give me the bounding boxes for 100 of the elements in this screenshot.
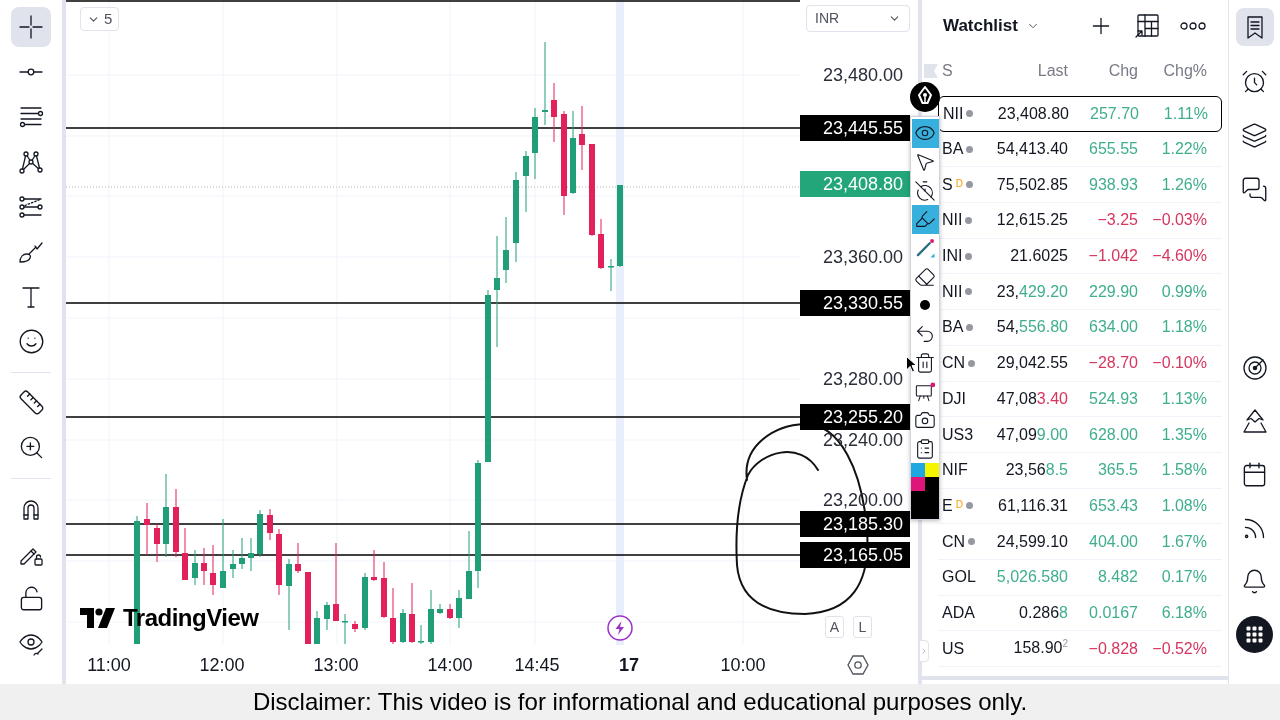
ticker-symbol: CN bbox=[942, 531, 966, 552]
dot-icon bbox=[920, 300, 930, 311]
interval-dropdown[interactable]: 5 bbox=[80, 7, 120, 31]
candlestick bbox=[579, 105, 585, 171]
last-price: 24,599.10 bbox=[995, 531, 1068, 552]
watchlist-title-button[interactable]: Watchlist bbox=[939, 13, 1044, 39]
watchlist-row[interactable]: CN 24,599.10 404.00 1.67% bbox=[938, 524, 1222, 560]
price-change: 365.5 bbox=[1096, 460, 1138, 481]
lightning-icon[interactable] bbox=[607, 615, 633, 641]
log-scale-button[interactable]: L bbox=[853, 616, 872, 638]
candlestick bbox=[267, 508, 273, 541]
ticker-symbol: BA bbox=[942, 139, 964, 160]
ticker-symbol: CN bbox=[942, 353, 966, 374]
candlestick bbox=[314, 610, 320, 645]
watchlist-row[interactable]: ADA 0.2868 0.0167 6.18% bbox=[938, 595, 1222, 632]
change-percent-column-header[interactable]: Chg% bbox=[1138, 59, 1207, 83]
price-change: −28.70 bbox=[1087, 353, 1138, 374]
symbol-column-header[interactable]: S bbox=[942, 59, 984, 83]
percent-change: 1.11% bbox=[1162, 103, 1208, 124]
price-change: 634.00 bbox=[1088, 317, 1138, 338]
price-change: 8.482 bbox=[1096, 567, 1138, 588]
candlestick bbox=[466, 530, 472, 600]
auto-scale-button[interactable]: A bbox=[825, 616, 844, 638]
sidebar-button[interactable] bbox=[1235, 615, 1274, 654]
drawing-tool-button[interactable] bbox=[11, 6, 51, 47]
candlestick bbox=[409, 582, 415, 644]
candlestick bbox=[182, 527, 188, 581]
percent-change: 0.99% bbox=[1160, 281, 1207, 302]
candlestick bbox=[447, 603, 453, 620]
candlestick bbox=[192, 549, 198, 586]
candlestick bbox=[210, 544, 216, 596]
cursor-icon bbox=[914, 151, 936, 174]
last-price: 158.90$^{2}$ bbox=[1012, 637, 1068, 659]
trend-line-icon bbox=[17, 67, 45, 76]
candlestick bbox=[154, 523, 160, 563]
candlestick bbox=[503, 216, 509, 284]
currency-dropdown[interactable]: INR bbox=[806, 5, 910, 32]
layers-icon bbox=[1241, 121, 1268, 149]
last-price: 23,429.20 bbox=[995, 281, 1068, 302]
last-price: 75,502.85 bbox=[995, 174, 1068, 195]
timer-off-icon bbox=[914, 179, 936, 202]
collapse-handle[interactable] bbox=[919, 640, 929, 662]
more-icon bbox=[1180, 22, 1206, 30]
pen-nib-icon[interactable] bbox=[910, 82, 940, 112]
candlestick bbox=[381, 561, 387, 619]
smiley-icon bbox=[17, 328, 45, 355]
last-price: 5,026.580 bbox=[995, 567, 1068, 588]
candlestick bbox=[428, 589, 434, 645]
price-level-label: 23,185.30 bbox=[800, 511, 910, 537]
candlestick bbox=[362, 572, 368, 631]
time-label: 11:00 bbox=[87, 654, 131, 677]
projector-screen-icon bbox=[914, 380, 936, 403]
last-column-header[interactable]: Last bbox=[984, 59, 1068, 83]
superscript-label: D bbox=[955, 499, 963, 510]
sidebar-button[interactable] bbox=[1235, 8, 1274, 46]
price-change: 938.93 bbox=[1088, 174, 1138, 195]
percent-change: −0.52% bbox=[1151, 638, 1207, 659]
last-price: 47,083.40 bbox=[995, 388, 1068, 409]
price-tick: 23,280.00 bbox=[822, 368, 903, 390]
watchlist-row[interactable]: US 158.90$^{2}$ −0.828 −0.52% bbox=[938, 631, 1222, 667]
chat-bubbles-icon bbox=[1241, 175, 1268, 203]
price-change: 628.00 bbox=[1088, 424, 1138, 445]
candlestick bbox=[456, 589, 462, 629]
candlestick bbox=[598, 218, 604, 270]
annotation-tool-button[interactable] bbox=[911, 205, 939, 234]
ticker-symbol: US3 bbox=[942, 424, 974, 445]
time-label: 13:00 bbox=[313, 654, 359, 677]
candlestick bbox=[230, 549, 236, 579]
change-column-header[interactable]: Chg bbox=[1068, 59, 1138, 83]
ticker-symbol: INI bbox=[942, 246, 963, 267]
time-label: 12:00 bbox=[199, 654, 245, 677]
candlestick bbox=[523, 150, 529, 213]
color-palette-icon[interactable] bbox=[911, 463, 939, 520]
candlestick bbox=[295, 542, 301, 574]
ticker-symbol: US bbox=[942, 638, 965, 659]
ticker-symbol: BA bbox=[942, 317, 964, 338]
watchlist-row[interactable]: NII 23,408.80 257.70 1.11% bbox=[938, 96, 1222, 132]
percent-change: 1.67% bbox=[1160, 531, 1207, 552]
last-price: 47,099.00 bbox=[995, 424, 1068, 445]
settings-icon[interactable] bbox=[847, 654, 869, 676]
annotation-tool-button[interactable] bbox=[911, 119, 939, 148]
candlestick bbox=[248, 537, 254, 572]
time-label: 10:00 bbox=[720, 654, 766, 677]
apps-grid-icon bbox=[1236, 616, 1273, 654]
clipboard-icon bbox=[914, 437, 936, 460]
percent-change: 1.26% bbox=[1160, 174, 1207, 195]
candlestick bbox=[400, 608, 406, 644]
ticker-symbol: NII bbox=[943, 103, 964, 124]
candlestick bbox=[276, 528, 282, 596]
price-change: 653.43 bbox=[1088, 495, 1138, 516]
last-price: 29,042.55 bbox=[995, 353, 1068, 374]
percent-change: 1.13% bbox=[1160, 388, 1207, 409]
price-level-label: 23,255.20 bbox=[800, 404, 910, 430]
watchlist-row[interactable]: GOL 5,026.580 8.482 0.17% bbox=[938, 559, 1222, 596]
price-change: 655.55 bbox=[1088, 139, 1138, 160]
candlestick bbox=[144, 502, 150, 556]
percent-change: 1.58% bbox=[1160, 460, 1207, 481]
candlestick bbox=[551, 82, 557, 143]
chevron-right-icon bbox=[920, 647, 928, 655]
price-change: 524.93 bbox=[1088, 388, 1138, 409]
